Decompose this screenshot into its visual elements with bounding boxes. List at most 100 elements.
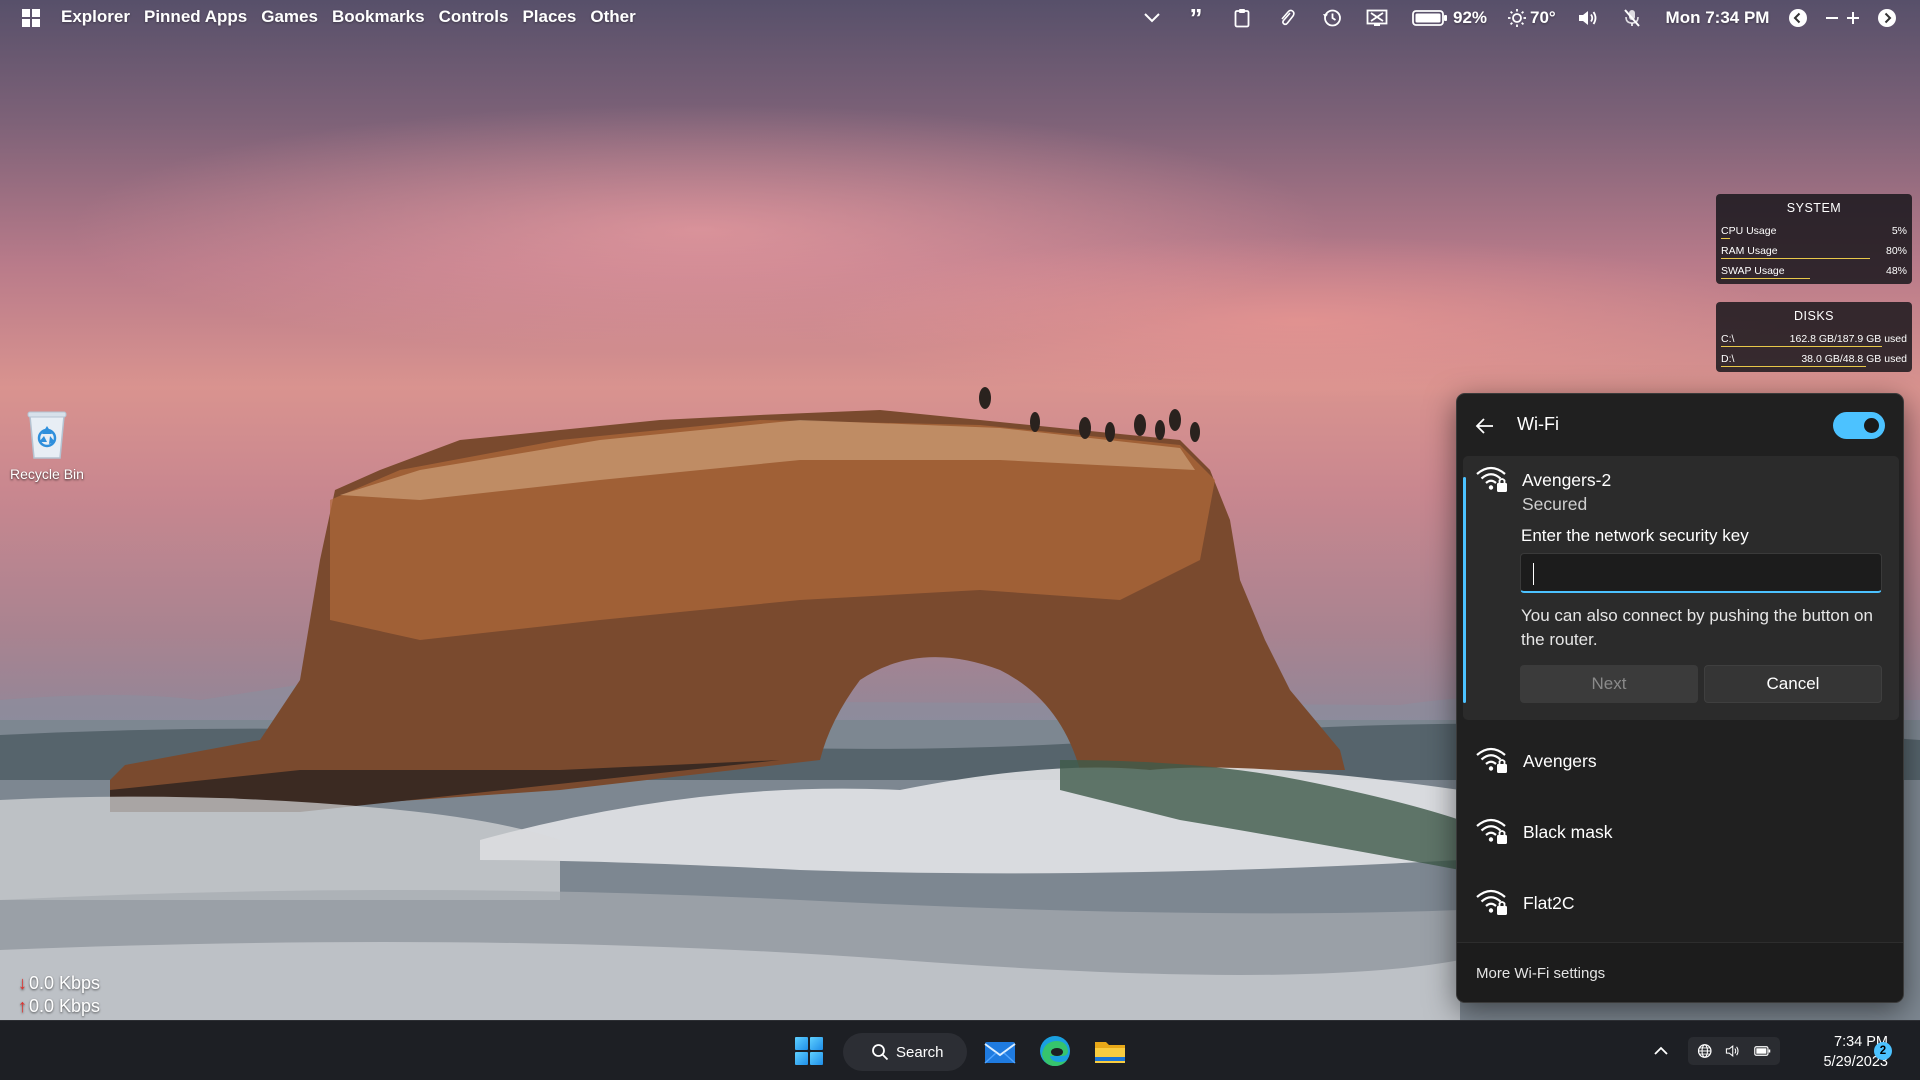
- ram-usage-value: 80%: [1885, 245, 1907, 257]
- wifi-secured-icon: [1475, 464, 1509, 494]
- ram-usage-label: RAM Usage: [1721, 245, 1778, 257]
- cpu-usage-value: 5%: [1891, 225, 1907, 237]
- download-speed-value: 0.0 Kbps: [29, 973, 101, 993]
- recycle-bin-label: Recycle Bin: [10, 466, 84, 482]
- wifi-toggle[interactable]: [1833, 412, 1885, 439]
- disk-c-row: C:\ 162.8 GB/187.9 GB used: [1716, 329, 1912, 349]
- network-name: Black mask: [1523, 822, 1613, 842]
- ram-usage-row: RAM Usage 80%: [1716, 241, 1912, 261]
- arrow-down-icon: ↓: [18, 973, 27, 993]
- network-name: Avengers: [1523, 751, 1597, 771]
- more-wifi-settings-link[interactable]: More Wi-Fi settings: [1476, 965, 1605, 982]
- chevron-right-circle-icon[interactable]: [1877, 8, 1897, 28]
- battery-icon: [1412, 10, 1447, 26]
- network-item-avengers[interactable]: Avengers: [1457, 727, 1903, 797]
- menu-other[interactable]: Other: [590, 7, 635, 27]
- disk-c-value: 162.8 GB/187.9 GB used: [1789, 333, 1907, 345]
- cpu-usage-bar: [1721, 238, 1730, 239]
- download-speed: ↓ 0.0 Kbps: [18, 972, 100, 995]
- mail-icon[interactable]: [983, 1034, 1017, 1068]
- recycle-bin-icon: [25, 408, 69, 460]
- swap-usage-bar: [1721, 278, 1810, 279]
- globe-icon: [1697, 1044, 1712, 1058]
- volume-icon: [1726, 1044, 1740, 1058]
- toggle-knob: [1864, 418, 1879, 433]
- clipboard-icon[interactable]: [1232, 8, 1252, 28]
- plus-icon[interactable]: [1845, 8, 1861, 28]
- top-menu-bar: Explorer Pinned Apps Games Bookmarks Con…: [0, 0, 1920, 36]
- selection-accent-bar: [1463, 477, 1466, 703]
- security-key-input[interactable]: [1520, 553, 1882, 593]
- history-icon[interactable]: [1322, 8, 1342, 28]
- next-button[interactable]: Next: [1520, 665, 1698, 703]
- wifi-secured-icon: [1475, 816, 1509, 846]
- wifi-flyout-title: Wi-Fi: [1517, 414, 1559, 434]
- disks-widget: DISKS C:\ 162.8 GB/187.9 GB used D:\ 38.…: [1716, 302, 1912, 372]
- search-label: Search: [896, 1043, 944, 1061]
- topbar-datetime[interactable]: Mon 7:34 PM: [1665, 8, 1770, 28]
- edge-icon[interactable]: [1038, 1034, 1072, 1068]
- start-button[interactable]: [795, 1037, 825, 1067]
- network-item-black-mask[interactable]: Black mask: [1457, 798, 1903, 868]
- notification-count-badge[interactable]: 2: [1874, 1042, 1892, 1060]
- menu-games[interactable]: Games: [261, 7, 318, 27]
- swap-usage-label: SWAP Usage: [1721, 265, 1785, 277]
- disk-d-label: D:\: [1721, 353, 1735, 365]
- upload-speed-value: 0.0 Kbps: [29, 996, 101, 1016]
- minus-icon[interactable]: [1824, 8, 1840, 28]
- screen-off-icon[interactable]: [1366, 8, 1388, 28]
- disk-d-row: D:\ 38.0 GB/48.8 GB used: [1716, 349, 1912, 369]
- network-item-flat2c[interactable]: Flat2C: [1457, 869, 1903, 939]
- swap-usage-value: 48%: [1885, 265, 1907, 277]
- windows-logo-icon[interactable]: [22, 9, 40, 27]
- taskbar-date: 5/29/2023: [1823, 1054, 1888, 1070]
- paperclip-icon[interactable]: [1277, 8, 1297, 28]
- upload-speed: ↑ 0.0 Kbps: [18, 995, 100, 1018]
- disks-widget-title: DISKS: [1793, 309, 1834, 323]
- temperature: 70°: [1530, 8, 1556, 27]
- search-icon: [872, 1044, 889, 1061]
- taskbar: Search 7:34 PM 5/29/2023 2: [0, 1020, 1920, 1080]
- net-speed-meter: ↓ 0.0 Kbps ↑ 0.0 Kbps: [18, 972, 100, 1018]
- wifi-flyout: Wi-Fi Avengers-2 Secured Enter the netwo…: [1456, 393, 1904, 1003]
- selected-network-name: Avengers-2: [1522, 470, 1612, 490]
- selected-network-panel: Avengers-2 Secured Enter the network sec…: [1463, 456, 1899, 720]
- text-caret: [1533, 563, 1534, 585]
- menu-controls[interactable]: Controls: [439, 7, 509, 27]
- sun-icon: [1508, 9, 1526, 27]
- system-widget-title: SYSTEM: [1786, 201, 1842, 215]
- battery-status[interactable]: 92%: [1412, 8, 1492, 28]
- chevron-left-circle-icon[interactable]: [1788, 8, 1808, 28]
- volume-icon[interactable]: [1577, 8, 1599, 28]
- cpu-usage-label: CPU Usage: [1721, 225, 1777, 237]
- file-explorer-icon[interactable]: [1093, 1034, 1127, 1068]
- network-name: Flat2C: [1523, 893, 1575, 913]
- battery-icon: [1754, 1046, 1771, 1056]
- menu-bookmarks[interactable]: Bookmarks: [332, 7, 425, 27]
- swap-usage-row: SWAP Usage 48%: [1716, 261, 1912, 281]
- disk-d-bar: [1721, 366, 1866, 367]
- back-arrow-icon[interactable]: [1473, 414, 1497, 438]
- wifi-flyout-footer: More Wi-Fi settings: [1457, 942, 1903, 1002]
- system-widget: SYSTEM CPU Usage 5% RAM Usage 80% SWAP U…: [1716, 194, 1912, 284]
- cancel-button[interactable]: Cancel: [1704, 665, 1882, 703]
- mic-muted-icon[interactable]: [1622, 8, 1642, 28]
- disk-c-bar: [1721, 346, 1882, 347]
- menu-explorer[interactable]: Explorer: [61, 7, 130, 27]
- quick-settings-tray[interactable]: [1688, 1037, 1780, 1065]
- quote-icon[interactable]: ”: [1186, 5, 1206, 31]
- chevron-down-icon[interactable]: [1142, 8, 1162, 28]
- weather-status[interactable]: 70°: [1507, 8, 1567, 28]
- taskbar-search-button[interactable]: Search: [843, 1033, 967, 1071]
- disk-c-label: C:\: [1721, 333, 1735, 345]
- wifi-flyout-header: Wi-Fi: [1457, 394, 1903, 456]
- menu-places[interactable]: Places: [522, 7, 576, 27]
- show-hidden-icons-chevron-icon[interactable]: [1653, 1037, 1679, 1065]
- top-menus: Explorer Pinned Apps Games Bookmarks Con…: [61, 7, 650, 27]
- security-key-label: Enter the network security key: [1521, 526, 1749, 545]
- ram-usage-bar: [1721, 258, 1870, 259]
- menu-pinned-apps[interactable]: Pinned Apps: [144, 7, 247, 27]
- wifi-secured-icon: [1475, 887, 1509, 917]
- cpu-usage-row: CPU Usage 5%: [1716, 221, 1912, 241]
- recycle-bin-shortcut[interactable]: Recycle Bin: [6, 408, 88, 482]
